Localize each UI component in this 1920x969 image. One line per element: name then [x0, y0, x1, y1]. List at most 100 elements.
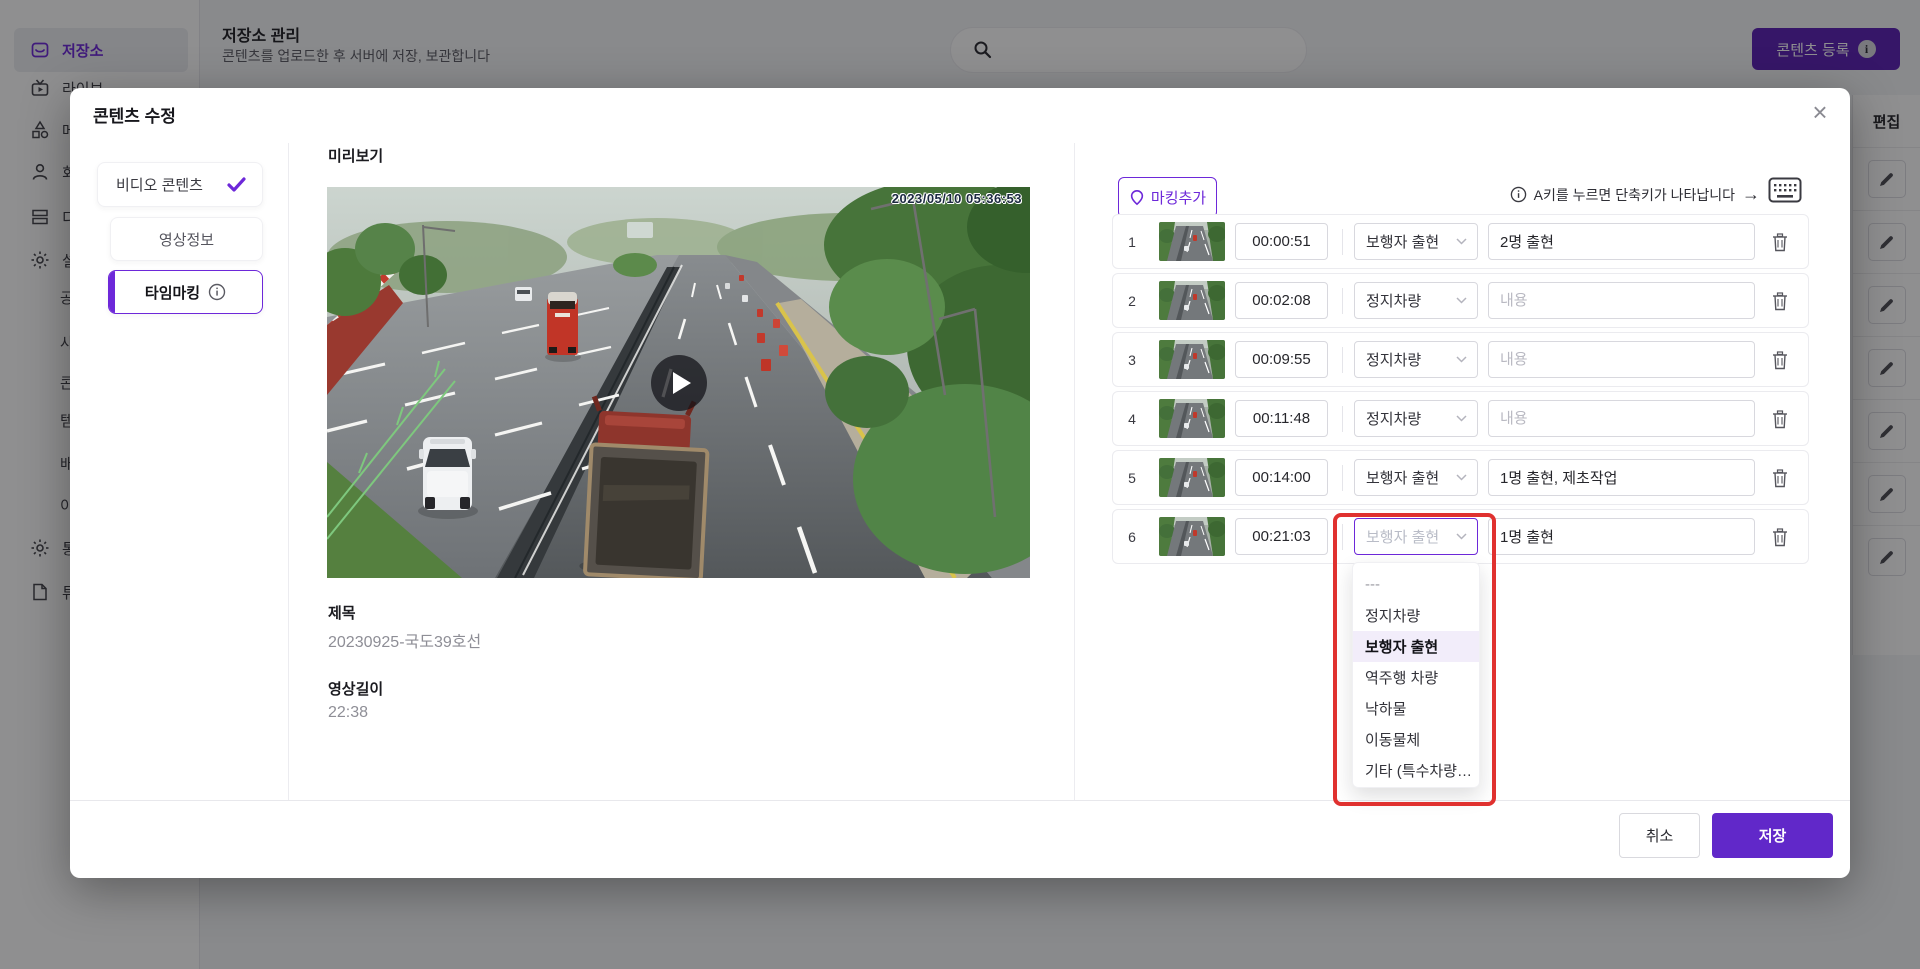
- marking-type-dropdown-panel: --- 정지차량 보행자 출현 역주행 차량 낙하물 이동물체 기타 (특수차량…: [1352, 562, 1480, 788]
- chevron-down-icon: [1456, 297, 1467, 304]
- info-icon: [1510, 186, 1526, 203]
- video-title-label: 제목: [328, 605, 356, 622]
- dropdown-option[interactable]: ---: [1353, 569, 1479, 600]
- road-thumbnail-image: [1159, 281, 1225, 320]
- marking-row: 4 정지차량: [1112, 391, 1809, 446]
- cancel-button[interactable]: 취소: [1619, 813, 1700, 858]
- marking-row: 6 보행자 출현: [1112, 509, 1809, 564]
- chevron-down-icon: [1456, 533, 1467, 540]
- add-marking-button[interactable]: 마킹추가: [1118, 177, 1217, 218]
- video-timestamp: 2023/05/10 05:36:53: [891, 191, 1022, 206]
- video-title-value: 20230925-국도39호선: [328, 634, 482, 651]
- marking-row-index: 2: [1128, 292, 1136, 309]
- delete-marking-button[interactable]: [1764, 285, 1796, 317]
- divider: [1342, 406, 1343, 432]
- marking-type-dropdown[interactable]: 정지차량: [1354, 282, 1478, 319]
- marking-row-thumbnail: [1159, 517, 1225, 556]
- divider: [1342, 229, 1343, 255]
- dropdown-option[interactable]: 정지차량: [1353, 600, 1479, 631]
- marking-type-dropdown[interactable]: 정지차량: [1354, 341, 1478, 378]
- divider: [1342, 465, 1343, 491]
- chevron-down-icon: [1456, 415, 1467, 422]
- marking-note-input[interactable]: [1488, 400, 1755, 437]
- marking-row: 5 보행자 출현: [1112, 450, 1809, 505]
- marking-row-index: 5: [1128, 469, 1136, 486]
- marking-time-input[interactable]: [1235, 400, 1328, 437]
- play-button[interactable]: [651, 355, 707, 411]
- dropdown-option[interactable]: 보행자 출현: [1353, 631, 1479, 662]
- divider: [1074, 143, 1075, 800]
- delete-marking-button[interactable]: [1764, 521, 1796, 553]
- marking-row-index: 3: [1128, 351, 1136, 368]
- marking-note-input[interactable]: [1488, 282, 1755, 319]
- marking-type-dropdown[interactable]: 보행자 출현: [1354, 459, 1478, 496]
- trash-icon: [1773, 409, 1787, 428]
- dropdown-option[interactable]: 낙하물: [1353, 693, 1479, 724]
- trash-icon: [1773, 232, 1787, 251]
- trash-icon: [1773, 350, 1787, 369]
- trash-icon: [1773, 527, 1787, 546]
- trash-icon: [1773, 468, 1787, 487]
- shortcut-hint-text: A키를 누르면 단축키가 나타납니다: [1533, 186, 1735, 203]
- video-duration-label: 영상길이: [328, 681, 384, 698]
- dropdown-option[interactable]: 이동물체: [1353, 724, 1479, 755]
- marking-row: 1 보행자 출현: [1112, 214, 1809, 269]
- delete-marking-button[interactable]: [1764, 462, 1796, 494]
- marking-type-value: 정지차량: [1366, 352, 1422, 369]
- marking-type-value: 보행자 출현: [1366, 234, 1440, 251]
- road-thumbnail-image: [1159, 222, 1225, 261]
- marking-type-dropdown[interactable]: 보행자 출현: [1354, 223, 1478, 260]
- arrow-right-icon: →: [1742, 184, 1760, 204]
- marking-row-thumbnail: [1159, 399, 1225, 438]
- marker-pin-icon: [1130, 190, 1144, 206]
- page: 저장소 라이브 메 회: [0, 0, 1920, 969]
- marking-row: 2 정지차량: [1112, 273, 1809, 328]
- delete-marking-button[interactable]: [1764, 403, 1796, 435]
- tab-time-marking[interactable]: 타임마킹: [108, 270, 263, 314]
- marking-note-input[interactable]: [1488, 223, 1755, 260]
- shortcut-hint: A키를 누르면 단축키가 나타납니다 →: [1430, 184, 1760, 205]
- dropdown-option[interactable]: 기타 (특수차량…: [1353, 755, 1479, 786]
- road-thumbnail-image: [1159, 340, 1225, 379]
- chevron-down-icon: [1456, 474, 1467, 481]
- marking-note-input[interactable]: [1488, 341, 1755, 378]
- tab-video-content[interactable]: 비디오 콘텐츠: [97, 162, 263, 207]
- divider: [70, 800, 1850, 801]
- edit-content-modal: 콘텐츠 수정 × 비디오 콘텐츠 영상정보 타임마킹 미리보기 2023/05/…: [70, 88, 1850, 878]
- marking-note-input[interactable]: [1488, 459, 1755, 496]
- divider: [1342, 288, 1343, 314]
- marking-type-value: 정지차량: [1366, 293, 1422, 310]
- chevron-down-icon: [1456, 356, 1467, 363]
- marking-row-thumbnail: [1159, 458, 1225, 497]
- divider: [1342, 347, 1343, 373]
- dropdown-option[interactable]: 역주행 차량: [1353, 662, 1479, 693]
- marking-row-thumbnail: [1159, 340, 1225, 379]
- info-icon: [208, 283, 226, 301]
- delete-marking-button[interactable]: [1764, 226, 1796, 258]
- marking-time-input[interactable]: [1235, 341, 1328, 378]
- marking-type-dropdown[interactable]: 정지차량: [1354, 400, 1478, 437]
- divider: [1342, 524, 1343, 550]
- marking-type-value: 보행자 출현: [1366, 470, 1440, 487]
- marking-row-thumbnail: [1159, 281, 1225, 320]
- marking-row-index: 6: [1128, 528, 1136, 545]
- close-icon[interactable]: ×: [1800, 92, 1840, 132]
- marking-time-input[interactable]: [1235, 282, 1328, 319]
- delete-marking-button[interactable]: [1764, 344, 1796, 376]
- marking-time-input[interactable]: [1235, 518, 1328, 555]
- marking-time-input[interactable]: [1235, 223, 1328, 260]
- marking-type-dropdown[interactable]: 보행자 출현: [1354, 518, 1478, 555]
- road-thumbnail-image: [1159, 399, 1225, 438]
- marking-row: 3 정지차량: [1112, 332, 1809, 387]
- marking-note-input[interactable]: [1488, 518, 1755, 555]
- marking-type-value: 정지차량: [1366, 411, 1422, 428]
- marking-type-value: 보행자 출현: [1366, 529, 1440, 546]
- road-thumbnail-image: [1159, 517, 1225, 556]
- video-preview[interactable]: 2023/05/10 05:36:53: [327, 187, 1030, 578]
- check-icon: [227, 177, 246, 192]
- marking-time-input[interactable]: [1235, 459, 1328, 496]
- tab-video-info[interactable]: 영상정보: [110, 217, 263, 261]
- save-button[interactable]: 저장: [1712, 813, 1833, 858]
- divider: [288, 143, 289, 800]
- marking-row-index: 1: [1128, 233, 1136, 250]
